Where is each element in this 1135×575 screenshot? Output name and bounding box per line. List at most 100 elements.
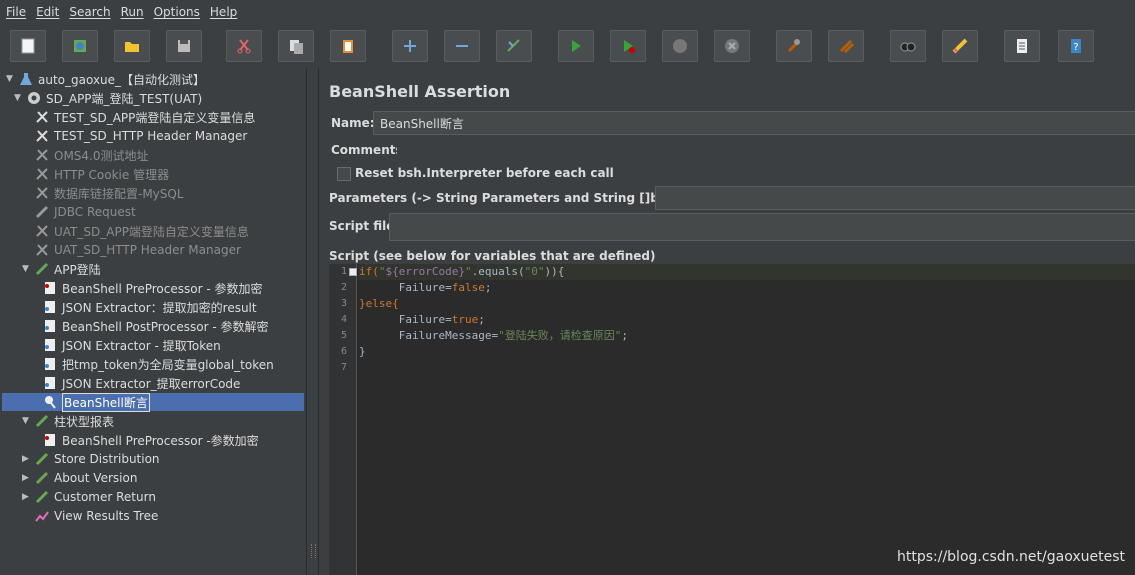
script-file-label: Script file (329, 219, 395, 233)
templates-icon[interactable] (62, 30, 98, 62)
postprocessor-icon (42, 318, 58, 334)
script-file-field[interactable] (389, 213, 1135, 241)
params-field[interactable] (655, 186, 1135, 210)
reset-checkbox[interactable] (337, 167, 351, 181)
line-number: 7 (340, 362, 347, 373)
code-line-2: Failure=false; (359, 281, 492, 294)
gear-icon (26, 90, 42, 106)
collapse-icon[interactable] (444, 30, 480, 62)
clear-all-icon[interactable] (828, 30, 864, 62)
start-icon[interactable] (558, 30, 594, 62)
line-number: 2 (340, 282, 347, 293)
wrench-icon (34, 223, 50, 239)
help-icon[interactable]: ? (1058, 30, 1094, 62)
expanded-icon[interactable]: ▼ (22, 416, 32, 426)
expanded-icon[interactable]: ▼ (6, 74, 16, 84)
tree-item-label: JSON Extractor - 提取Token (62, 338, 221, 353)
tree-item-selected[interactable]: BeanShell断言 (2, 392, 304, 412)
reset-search-icon[interactable] (942, 30, 978, 62)
tree-item[interactable]: View Results Tree (34, 507, 158, 525)
code-line-5: FailureMessage="登陆失败，请检查原因"; (359, 329, 628, 342)
preprocessor-icon (42, 280, 58, 296)
comments-field[interactable] (397, 139, 1135, 161)
search-icon[interactable] (890, 30, 926, 62)
tree-item-label: UAT_SD_APP端登陆自定义变量信息 (54, 224, 249, 239)
comments-label: Comments: (331, 143, 408, 157)
tree-item-label: TEST_SD_APP端登陆自定义变量信息 (54, 110, 256, 125)
postprocessor-icon (42, 356, 58, 372)
tree-group[interactable]: ▶ Store Distribution (22, 450, 160, 468)
open-icon[interactable] (114, 30, 150, 62)
line-gutter: 1 2 3 4 5 6 7 (329, 264, 357, 575)
expanded-icon[interactable]: ▼ (14, 93, 24, 103)
tree-thread-group[interactable]: ▼ SD_APP端_登陆_TEST(UAT) (14, 89, 202, 107)
tree-item-label: JDBC Request (54, 205, 136, 219)
menu-file[interactable]: File (6, 5, 26, 19)
tree-item-disabled[interactable]: JDBC Request (34, 203, 136, 221)
tree-group-chart[interactable]: ▼ 柱状型报表 (22, 412, 114, 430)
shutdown-icon[interactable] (714, 30, 750, 62)
clear-icon[interactable] (776, 30, 812, 62)
tree-item-disabled[interactable]: UAT_SD_APP端登陆自定义变量信息 (34, 222, 249, 240)
svg-text:?: ? (1073, 42, 1078, 53)
tree-root[interactable]: ▼ auto_gaoxue_【自动化测试】 (6, 70, 205, 88)
tree-item-disabled[interactable]: UAT_SD_HTTP Header Manager (34, 241, 241, 259)
line-number: 5 (340, 330, 347, 341)
new-icon[interactable] (10, 30, 46, 62)
menu-search[interactable]: Search (69, 5, 110, 19)
collapsed-icon[interactable]: ▶ (22, 454, 32, 464)
tree-item-disabled[interactable]: 数据库链接配置-MySQL (34, 184, 184, 202)
menu-run[interactable]: Run (121, 5, 144, 19)
tree-item-disabled[interactable]: OMS4.0测试地址 (34, 146, 149, 164)
menu-edit[interactable]: Edit (36, 5, 59, 19)
extractor-icon (42, 299, 58, 315)
tree-group-app[interactable]: ▼ APP登陆 (22, 260, 101, 278)
tree-plan-label: SD_APP端_登陆_TEST(UAT) (46, 91, 203, 106)
wrench-icon (34, 128, 50, 144)
copy-icon[interactable] (278, 30, 314, 62)
collapsed-icon[interactable]: ▶ (22, 492, 32, 502)
wrench-icon (34, 109, 50, 125)
tree-item-label: 把tmp_token为全局变量global_token (62, 357, 274, 372)
menu-help[interactable]: Help (210, 5, 237, 19)
expand-icon[interactable] (392, 30, 428, 62)
tree-item-label: JSON Extractor_提取errorCode (62, 376, 241, 391)
tree-item[interactable]: JSON Extractor_提取errorCode (42, 374, 240, 392)
tree-item[interactable]: BeanShell PreProcessor -参数加密 (42, 431, 259, 449)
script-editor[interactable]: 1 2 3 4 5 6 7 if("${errorCode}".equals("… (329, 264, 1135, 575)
tree-item[interactable]: JSON Extractor - 提取Token (42, 336, 221, 354)
tree-item[interactable]: BeanShell PreProcessor - 参数加密 (42, 279, 263, 297)
tree-group[interactable]: ▶ Customer Return (22, 488, 156, 506)
sampler-icon (34, 261, 50, 277)
paste-icon[interactable] (330, 30, 366, 62)
tree-item-label: BeanShell PreProcessor - 参数加密 (62, 281, 263, 296)
panel-title: BeanShell Assertion (329, 82, 511, 101)
tree-item[interactable]: 把tmp_token为全局变量global_token (42, 355, 274, 373)
tree-item[interactable]: JSON Extractor：提取加密的result (42, 298, 257, 316)
tree-group[interactable]: ▶ About Version (22, 469, 137, 487)
tree-group-label: About Version (54, 471, 138, 485)
cut-icon[interactable] (226, 30, 262, 62)
toggle-icon[interactable] (496, 30, 532, 62)
toolbar: ? (0, 26, 1135, 66)
splitter-grip[interactable] (311, 544, 316, 558)
line-number: 1 (340, 266, 347, 277)
name-field[interactable]: BeanShell断言 (373, 111, 1135, 135)
assertion-icon (42, 394, 58, 410)
start-no-pause-icon[interactable] (610, 30, 646, 62)
tree-item[interactable]: TEST_SD_APP端登陆自定义变量信息 (34, 108, 255, 126)
tree-item-label: BeanShell断言 (62, 392, 150, 412)
tree-item[interactable]: BeanShell PostProcessor - 参数解密 (42, 317, 269, 335)
watermark: https://blog.csdn.net/gaoxuetest (896, 549, 1125, 565)
expanded-icon[interactable]: ▼ (22, 264, 32, 274)
tree-item-disabled[interactable]: HTTP Cookie 管理器 (34, 165, 169, 183)
code-line-3: }else{ (359, 297, 399, 310)
tree-item[interactable]: TEST_SD_HTTP Header Manager (34, 127, 247, 145)
stop-icon[interactable] (662, 30, 698, 62)
save-icon[interactable] (166, 30, 202, 62)
fold-icon[interactable] (349, 268, 357, 276)
menu-options[interactable]: Options (154, 5, 200, 19)
function-helper-icon[interactable] (1004, 30, 1040, 62)
preprocessor-icon (42, 432, 58, 448)
collapsed-icon[interactable]: ▶ (22, 473, 32, 483)
